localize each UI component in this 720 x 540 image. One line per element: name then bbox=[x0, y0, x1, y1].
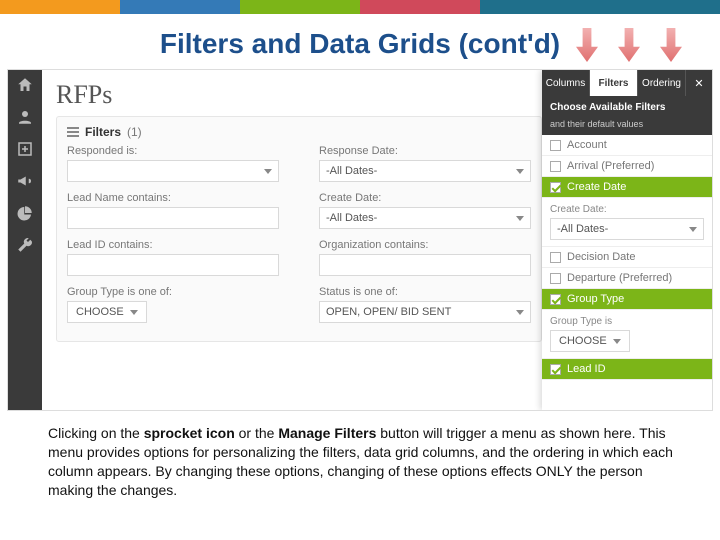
tab-filters[interactable]: Filters bbox=[590, 70, 638, 96]
caret-down-icon bbox=[264, 169, 272, 174]
caret-down-icon bbox=[689, 227, 697, 232]
caret-down-icon bbox=[516, 216, 524, 221]
caret-down-icon bbox=[613, 339, 621, 344]
filter-label: Responded is: bbox=[67, 145, 279, 157]
filters-panel: Filters (1) Responded is: Response Date:… bbox=[56, 116, 542, 342]
organization-input[interactable] bbox=[319, 254, 531, 276]
filter-label: Group Type is one of: bbox=[67, 286, 279, 298]
checkbox-icon bbox=[550, 182, 561, 193]
filter-label: Lead ID contains: bbox=[67, 239, 279, 251]
wrench-icon[interactable] bbox=[16, 236, 34, 254]
arrow-down-icon bbox=[660, 28, 682, 62]
filters-count: (1) bbox=[127, 125, 142, 139]
filter-option-lead-id[interactable]: Lead ID bbox=[542, 359, 712, 380]
caption-text: Clicking on the sprocket icon or the Man… bbox=[0, 410, 720, 500]
megaphone-icon[interactable] bbox=[16, 172, 34, 190]
responded-select[interactable] bbox=[67, 160, 279, 182]
create-date-select[interactable]: -All Dates- bbox=[319, 207, 531, 229]
filters-header[interactable]: Filters (1) bbox=[67, 125, 531, 139]
checkbox-icon bbox=[550, 161, 561, 172]
close-icon[interactable]: ✕ bbox=[686, 70, 712, 96]
home-icon[interactable] bbox=[16, 76, 34, 94]
app-screenshot: RFPs Filters (1) Responded is: Response … bbox=[8, 70, 712, 410]
arrow-down-icon bbox=[576, 28, 598, 62]
nav-rail bbox=[8, 70, 42, 410]
tab-columns[interactable]: Columns bbox=[542, 70, 590, 96]
tab-ordering[interactable]: Ordering bbox=[638, 70, 686, 96]
filter-option-create-date-expand: Create Date: -All Dates- bbox=[542, 198, 712, 247]
filters-header-label: Filters bbox=[85, 125, 121, 139]
checkbox-icon bbox=[550, 252, 561, 263]
caret-down-icon bbox=[516, 169, 524, 174]
checkbox-icon bbox=[550, 364, 561, 375]
response-date-select[interactable]: -All Dates- bbox=[319, 160, 531, 182]
filter-option-group-type-expand: Group Type is CHOOSE bbox=[542, 310, 712, 359]
top-color-bar bbox=[0, 0, 720, 14]
status-select[interactable]: OPEN, OPEN/ BID SENT bbox=[319, 301, 531, 323]
callout-arrows bbox=[576, 28, 682, 62]
available-filters-list: Account Arrival (Preferred) Create Date … bbox=[542, 135, 712, 410]
filter-option-arrival[interactable]: Arrival (Preferred) bbox=[542, 156, 712, 177]
group-type-choose[interactable]: CHOOSE bbox=[67, 301, 147, 323]
caret-down-icon bbox=[130, 310, 138, 315]
user-icon[interactable] bbox=[16, 108, 34, 126]
filter-label: Lead Name contains: bbox=[67, 192, 279, 204]
lead-id-input[interactable] bbox=[67, 254, 279, 276]
filter-label: Organization contains: bbox=[319, 239, 531, 251]
lead-name-input[interactable] bbox=[67, 207, 279, 229]
drawer-subtitle: Choose Available Filters bbox=[542, 96, 712, 119]
drawer-subtitle2: and their default values bbox=[542, 119, 712, 135]
filter-option-departure[interactable]: Departure (Preferred) bbox=[542, 268, 712, 289]
checkbox-icon bbox=[550, 140, 561, 151]
group-type-default-choose[interactable]: CHOOSE bbox=[550, 330, 630, 352]
pie-chart-icon[interactable] bbox=[16, 204, 34, 222]
filter-lines-icon bbox=[67, 127, 79, 137]
filter-label: Response Date: bbox=[319, 145, 531, 157]
caret-down-icon bbox=[516, 310, 524, 315]
plus-box-icon[interactable] bbox=[16, 140, 34, 158]
settings-drawer: Columns Filters Ordering ✕ Choose Availa… bbox=[542, 70, 712, 410]
filter-option-group-type[interactable]: Group Type bbox=[542, 289, 712, 310]
checkbox-icon bbox=[550, 294, 561, 305]
filter-label: Status is one of: bbox=[319, 286, 531, 298]
filter-option-decision-date[interactable]: Decision Date bbox=[542, 247, 712, 268]
filter-label: Create Date: bbox=[319, 192, 531, 204]
checkbox-icon bbox=[550, 273, 561, 284]
arrow-down-icon bbox=[618, 28, 640, 62]
filter-option-account[interactable]: Account bbox=[542, 135, 712, 156]
create-date-default-select[interactable]: -All Dates- bbox=[550, 218, 704, 240]
filter-option-create-date[interactable]: Create Date bbox=[542, 177, 712, 198]
